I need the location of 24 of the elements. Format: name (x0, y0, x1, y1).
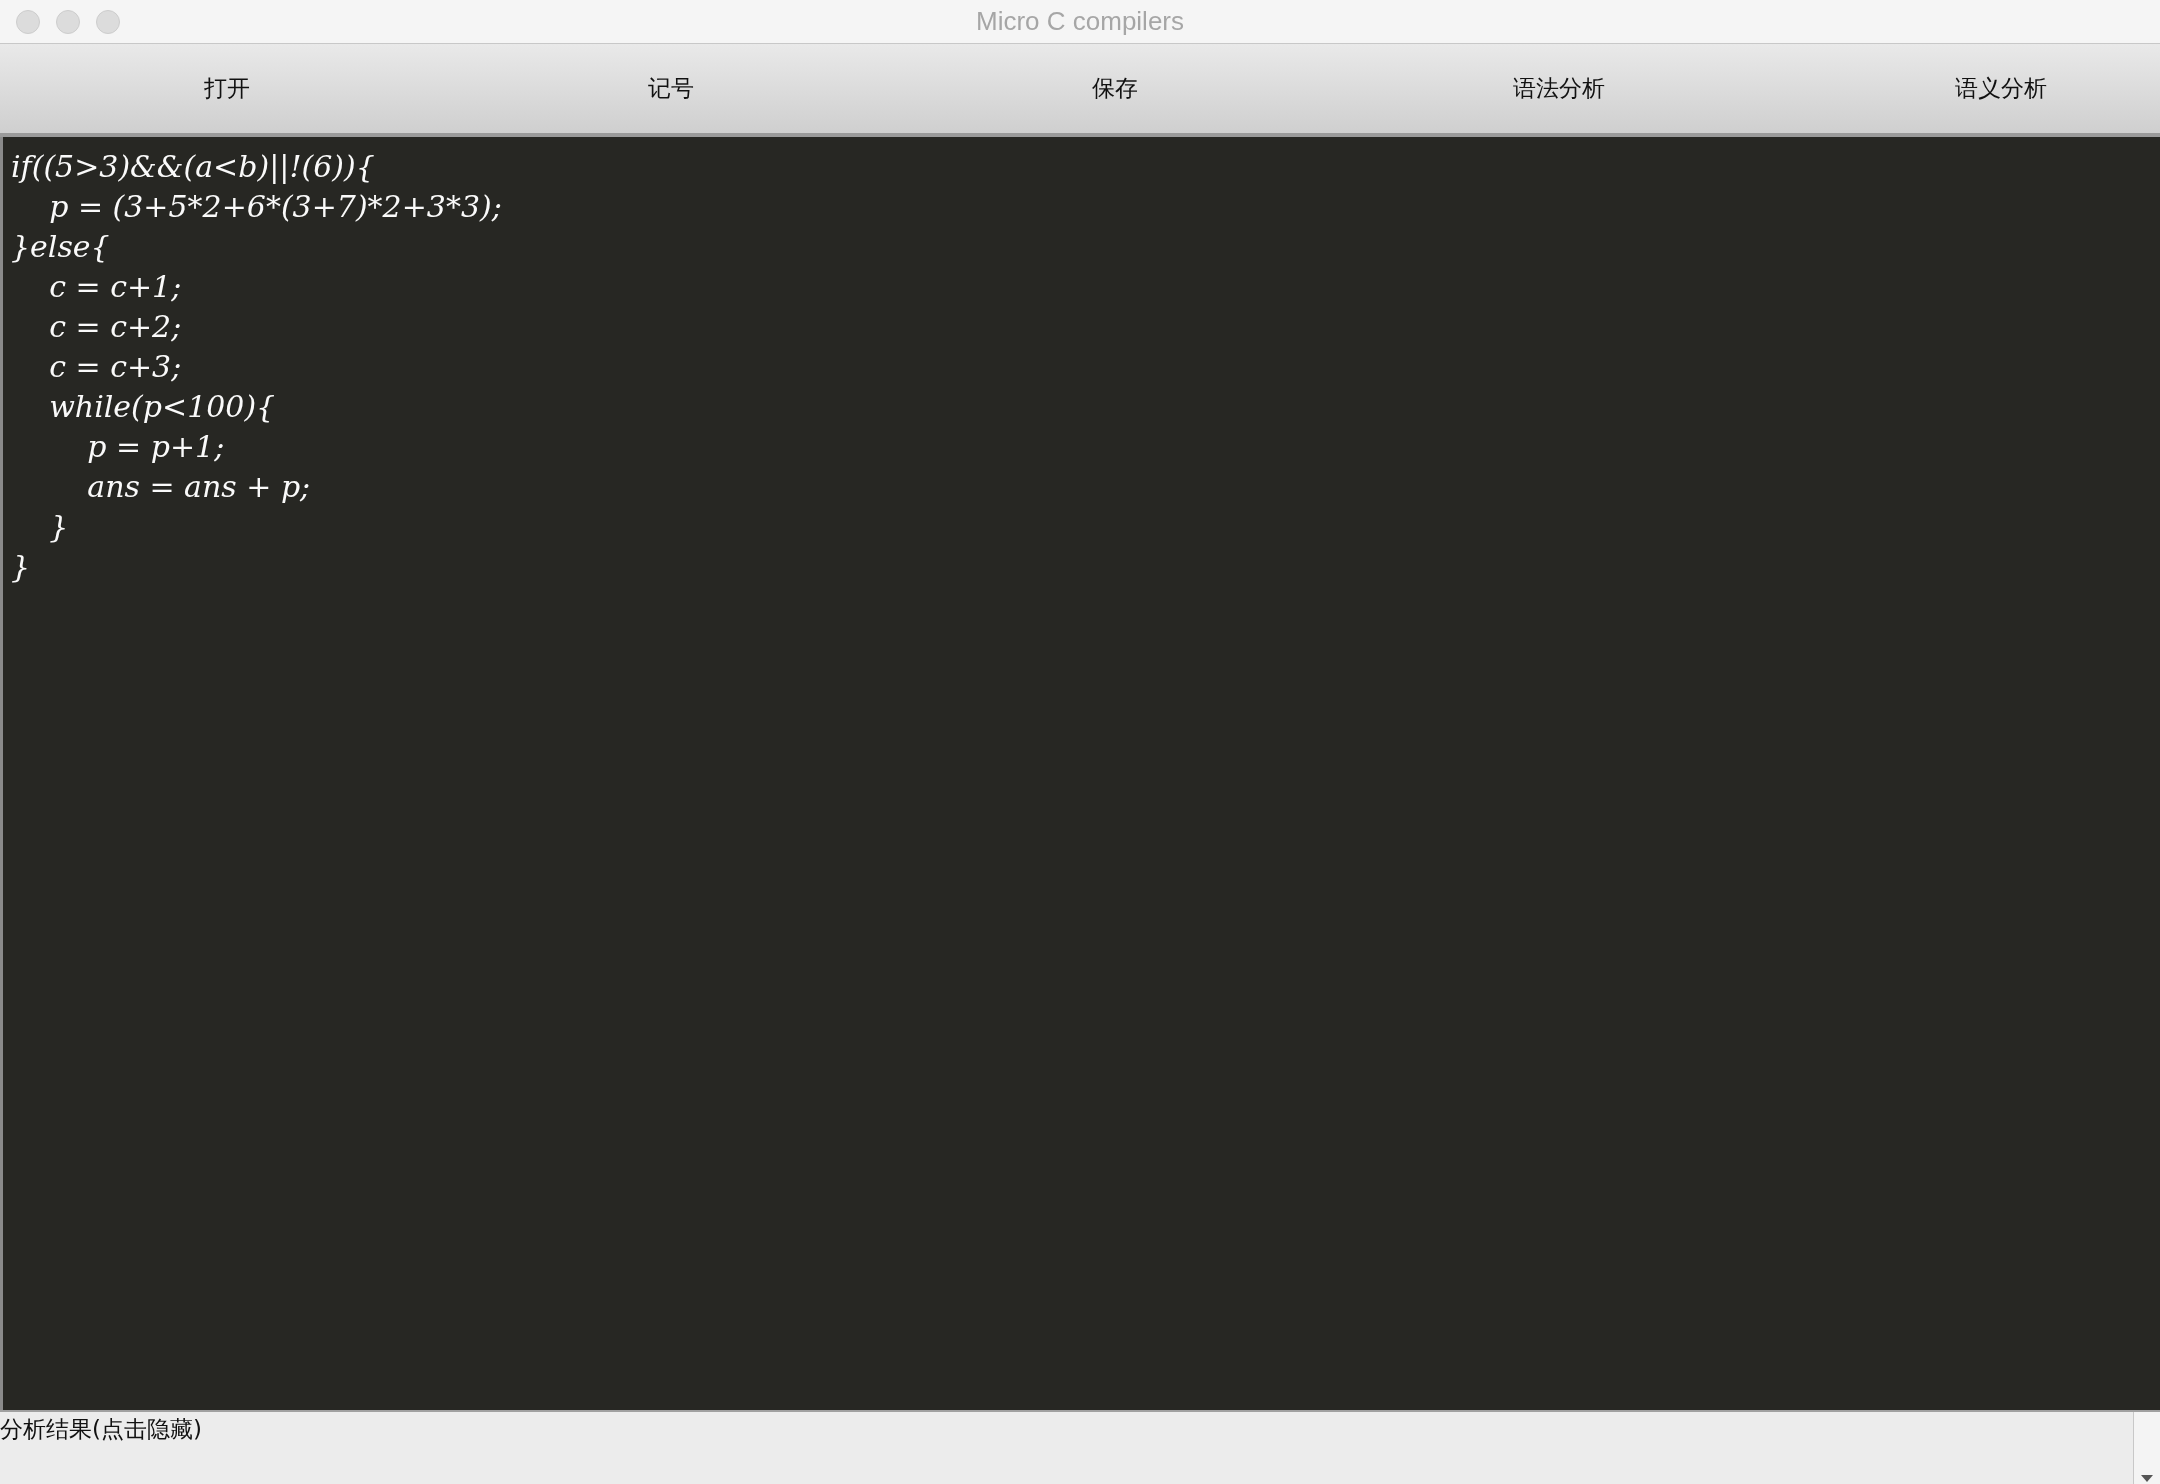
code-line: ans = ans + p; (86, 468, 311, 506)
code-line: } (48, 508, 69, 546)
window-control-button[interactable] (56, 10, 80, 34)
scroll-bar[interactable] (2133, 1412, 2160, 1484)
code-line: if((5>3)&&(a<b)||!(6)){ (11, 148, 375, 186)
scroll-down-icon[interactable] (2140, 1474, 2154, 1484)
code-line: }else{ (11, 228, 110, 266)
toolbar-button[interactable]: 保存 (893, 44, 1337, 133)
code-line: c = c+1; (48, 268, 182, 306)
window-control-button[interactable] (96, 10, 120, 34)
code-line: c = c+3; (48, 348, 182, 386)
window-title: Micro C compilers (976, 6, 1184, 37)
toolbar-button[interactable]: 语义分析 (1781, 44, 2160, 133)
toolbar-button[interactable]: 记号 (449, 44, 893, 133)
code-line: c = c+2; (48, 308, 182, 346)
code-line: p = p+1; (86, 428, 225, 466)
result-panel-toggle[interactable]: 分析结果(点击隐藏) (0, 1412, 202, 1445)
code-line: p = (3+5*2+6*(3+7)*2+3*3); (48, 188, 502, 226)
code-line: while(p<100){ (48, 388, 276, 426)
code-line: } (11, 548, 31, 586)
window-control-button[interactable] (16, 10, 40, 34)
toolbar-button[interactable]: 语法分析 (1337, 44, 1781, 133)
toolbar-button[interactable]: 打开 (5, 44, 449, 133)
code-editor[interactable]: if((5>3)&&(a<b)||!(6)){ p = (3+5*2+6*(3+7)*2+3*3); }else{ c = c+1; c = c+2; c = c+3; while(p<100){ p = p+1; ans = ans + p; } } (0, 137, 2160, 1410)
